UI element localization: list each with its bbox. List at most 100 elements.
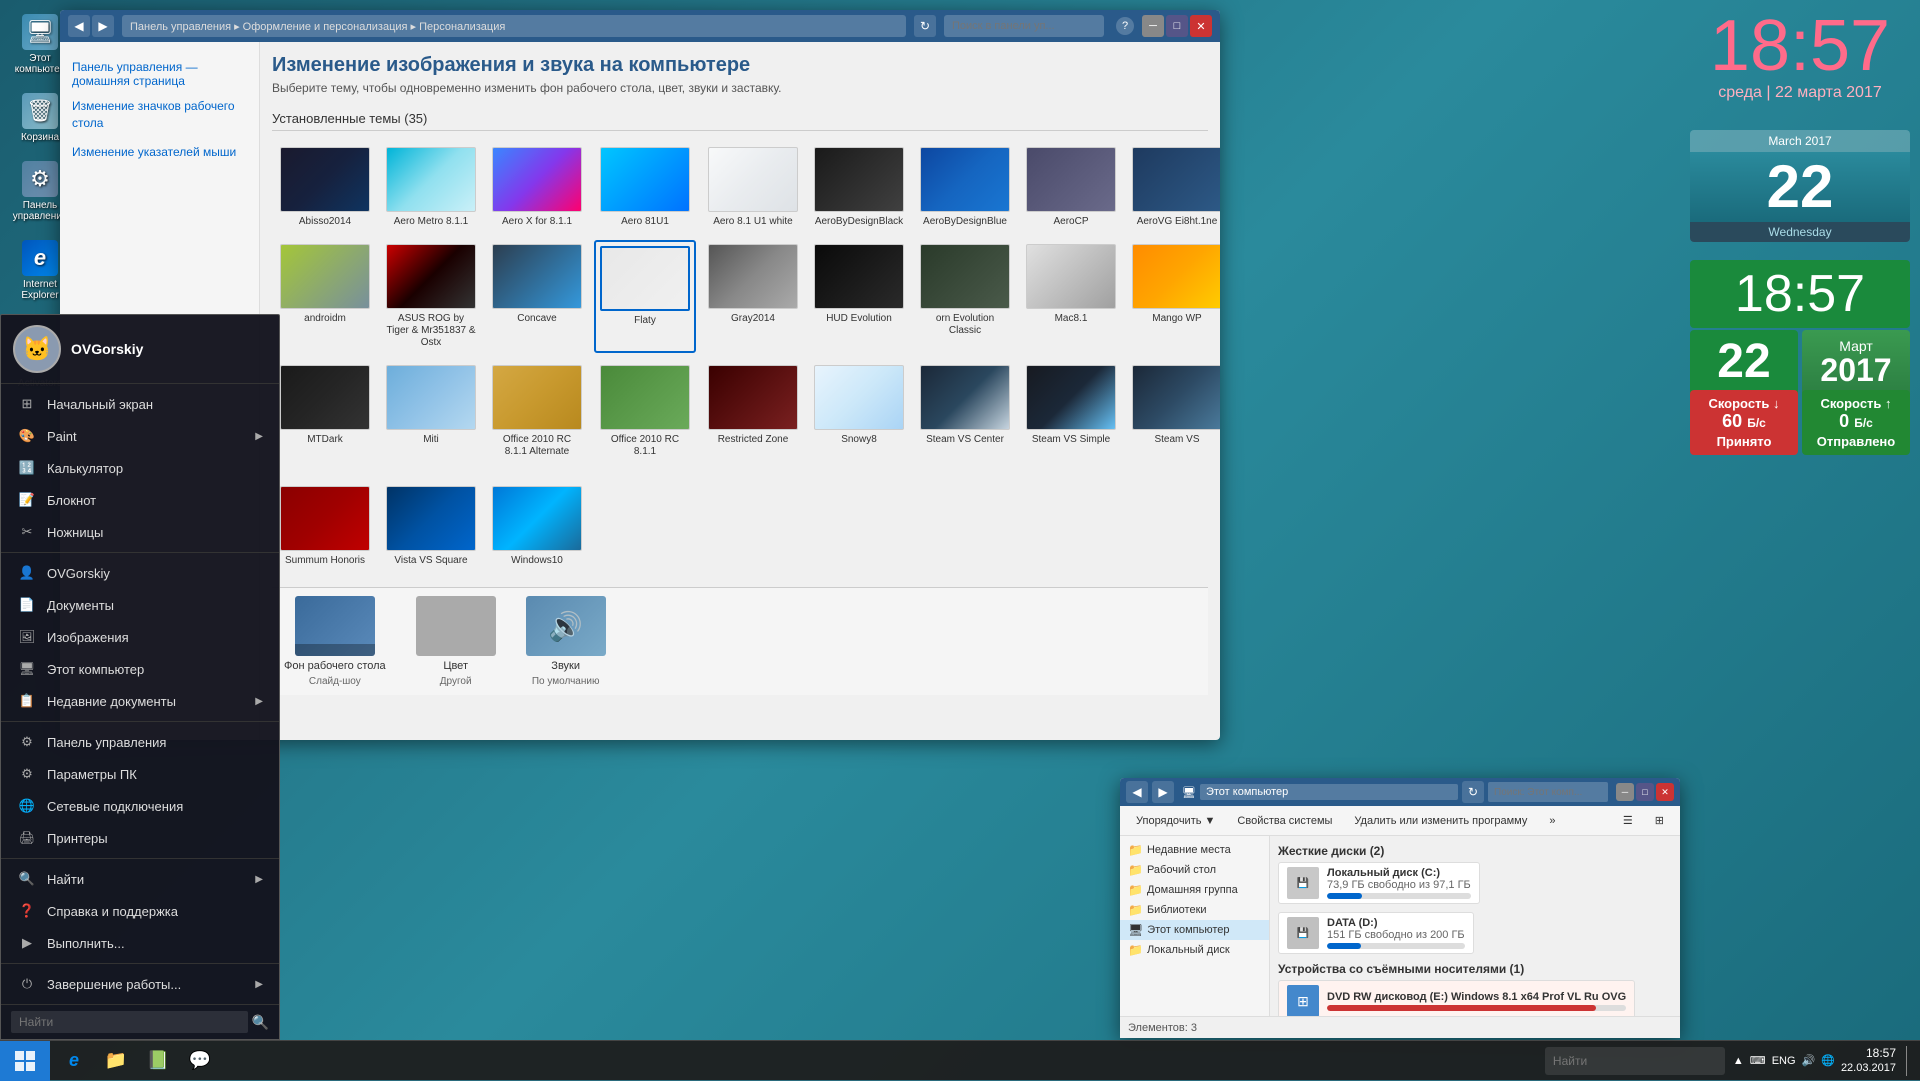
fe-uninstall-button[interactable]: Удалить или изменить программу (1346, 813, 1535, 829)
fe-forward-button[interactable]: ▶ (1152, 781, 1174, 803)
start-menu-item-icon: ✂ (17, 522, 37, 542)
start-menu-item-начальный-экран[interactable]: ⊞Начальный экран (1, 388, 279, 420)
taskbar-excel[interactable]: 📗 (138, 1042, 178, 1080)
tray-volume-icon[interactable]: 🔊 (1802, 1054, 1816, 1067)
fe-view-icon-button[interactable]: ⊞ (1647, 812, 1672, 829)
theme-item-win10[interactable]: Windows10 (488, 482, 586, 571)
fe-sidebar-item-1[interactable]: 📁Рабочий стол (1120, 860, 1269, 880)
theme-item-snowy8[interactable]: Snowy8 (810, 361, 908, 474)
theme-item-mac81[interactable]: Mac8.1 (1022, 240, 1120, 353)
theme-item-aerocp[interactable]: AeroCP (1022, 143, 1120, 232)
start-menu-item-завершение-работы...[interactable]: ⏻Завершение работы...▶ (1, 968, 279, 1000)
theme-item-flaty[interactable]: Flaty (594, 240, 696, 353)
start-menu-item-paint[interactable]: 🎨Paint▶ (1, 420, 279, 452)
fe-sidebar-item-0[interactable]: 📁Недавние места (1120, 840, 1269, 860)
fe-close-button[interactable]: ✕ (1656, 783, 1674, 801)
start-menu-item-выполнить...[interactable]: ▶Выполнить... (1, 927, 279, 959)
fe-organize-button[interactable]: Упорядочить ▼ (1128, 813, 1223, 829)
sidebar-link-mouse[interactable]: Изменение указателей мыши (60, 138, 259, 167)
tray-network-icon[interactable]: 🌐 (1821, 1054, 1835, 1067)
theme-item-steam-center[interactable]: Steam VS Center (916, 361, 1014, 474)
theme-item-steam-simple[interactable]: Steam VS Simple (1022, 361, 1120, 474)
theme-item-aero-white[interactable]: Aero 8.1 U1 white (704, 143, 802, 232)
fe-view-list-button[interactable]: ☰ (1615, 812, 1641, 829)
fe-drive-c[interactable]: 💾 Локальный диск (C:) 73,9 ГБ свободно и… (1278, 862, 1480, 904)
theme-item-android[interactable]: androidm (276, 240, 374, 353)
window-search-input[interactable] (944, 15, 1104, 37)
theme-item-aerovg[interactable]: AeroVG Ei8ht.1ne (1128, 143, 1220, 232)
start-menu-item-панель-управления[interactable]: ⚙Панель управления (1, 726, 279, 758)
address-bar[interactable]: Панель управления ▸ Оформление и персона… (122, 15, 906, 37)
start-search-input[interactable] (11, 1011, 248, 1033)
show-desktop-icon[interactable] (1906, 1046, 1912, 1076)
theme-item-summum[interactable]: Summum Honoris (276, 482, 374, 571)
theme-item-mango[interactable]: Mango WP (1128, 240, 1220, 353)
start-menu-item-этот-компьютер[interactable]: 🖥Этот компьютер (1, 653, 279, 685)
refresh-button[interactable]: ↻ (914, 15, 936, 37)
theme-item-gray2014[interactable]: Gray2014 (704, 240, 802, 353)
theme-item-restricted[interactable]: Restricted Zone (704, 361, 802, 474)
wallpaper-item[interactable]: Фон рабочего стола Слайд-шоу (284, 596, 386, 687)
start-menu-item-параметры-пк[interactable]: ⚙Параметры ПК (1, 758, 279, 790)
theme-item-aero-black[interactable]: AeroByDesignBlack (810, 143, 908, 232)
theme-item-aero-metro[interactable]: Aero Metro 8.1.1 (382, 143, 480, 232)
start-menu-item-блокнот[interactable]: 📝Блокнот (1, 484, 279, 516)
theme-item-aero-blue[interactable]: AeroByDesignBlue (916, 143, 1014, 232)
fe-search-input[interactable] (1488, 782, 1608, 802)
fe-sidebar-item-4[interactable]: 🖥Этот компьютер (1120, 920, 1269, 940)
color-item[interactable]: Цвет Другой (416, 596, 496, 687)
theme-item-aero-x[interactable]: Aero X for 8.1.1 (488, 143, 586, 232)
fe-maximize-button[interactable]: □ (1636, 783, 1654, 801)
theme-name-abisso2014: Abisso2014 (299, 216, 351, 228)
theme-item-hud[interactable]: HUD Evolution (810, 240, 908, 353)
fe-refresh-button[interactable]: ↻ (1462, 781, 1484, 803)
theme-item-abisso2014[interactable]: Abisso2014 (276, 143, 374, 232)
start-menu-item-ovgorskiy[interactable]: 👤OVGorskiy (1, 557, 279, 589)
theme-item-asus-rog[interactable]: ASUS ROG by Tiger & Mr351837 & Ostx (382, 240, 480, 353)
forward-button[interactable]: ▶ (92, 15, 114, 37)
theme-item-office2010[interactable]: Office 2010 RC 8.1.1 (594, 361, 696, 474)
theme-item-mtdark[interactable]: MTDark (276, 361, 374, 474)
sidebar-link-icons[interactable]: Изменение значков рабочего стола (60, 92, 259, 138)
maximize-button[interactable]: □ (1166, 15, 1188, 37)
sounds-item[interactable]: 🔊 Звуки По умолчанию (526, 596, 606, 687)
taskbar-msg[interactable]: 💬 (180, 1042, 220, 1080)
minimize-button[interactable]: ─ (1142, 15, 1164, 37)
fe-drive-d[interactable]: 💾 DATA (D:) 151 ГБ свободно из 200 ГБ (1278, 912, 1474, 954)
help-icon[interactable]: ? (1116, 17, 1134, 35)
sidebar-home-link[interactable]: Панель управления — домашняя страница (60, 52, 259, 92)
fe-address-bar[interactable]: Этот компьютер (1200, 784, 1458, 800)
close-button[interactable]: ✕ (1190, 15, 1212, 37)
theme-item-horn[interactable]: orn Evolution Classic (916, 240, 1014, 353)
start-menu-item-изображения[interactable]: 🖼Изображения (1, 621, 279, 653)
theme-item-steam-vs[interactable]: Steam VS (1128, 361, 1220, 474)
fe-back-button[interactable]: ◀ (1126, 781, 1148, 803)
fe-sysprops-button[interactable]: Свойства системы (1229, 813, 1340, 829)
start-menu-item-сетевые-подключения[interactable]: 🌐Сетевые подключения (1, 790, 279, 822)
taskbar-ie[interactable]: e (54, 1042, 94, 1080)
theme-item-vista[interactable]: Vista VS Square (382, 482, 480, 571)
fe-drive-e[interactable]: ⊞ DVD RW дисковод (E:) Windows 8.1 x64 P… (1278, 980, 1635, 1016)
start-menu-item-справка-и-поддержка[interactable]: ❓Справка и поддержка (1, 895, 279, 927)
tray-lang-icon[interactable]: ENG (1772, 1055, 1796, 1067)
fe-sidebar-item-2[interactable]: 📁Домашняя группа (1120, 880, 1269, 900)
fe-more-button[interactable]: » (1541, 813, 1563, 829)
theme-item-concave[interactable]: Concave (488, 240, 586, 353)
start-menu-item-калькулятор[interactable]: 🔢Калькулятор (1, 452, 279, 484)
start-menu-item-принтеры[interactable]: 🖨Принтеры (1, 822, 279, 854)
theme-item-aero-81u1[interactable]: Aero 81U1 (594, 143, 696, 232)
theme-item-office2010-alt[interactable]: Office 2010 RC 8.1.1 Alternate (488, 361, 586, 474)
taskbar-folder[interactable]: 📁 (96, 1042, 136, 1080)
tray-up-arrow-icon[interactable]: ▲ (1733, 1055, 1744, 1067)
fe-sidebar-item-5[interactable]: 📁Локальный диск (1120, 940, 1269, 960)
start-button[interactable] (0, 1041, 50, 1081)
start-menu-item-ножницы[interactable]: ✂Ножницы (1, 516, 279, 548)
back-button[interactable]: ◀ (68, 15, 90, 37)
taskbar-search-input[interactable] (1545, 1047, 1725, 1075)
start-menu-item-найти[interactable]: 🔍Найти▶ (1, 863, 279, 895)
fe-sidebar-item-3[interactable]: 📁Библиотеки (1120, 900, 1269, 920)
fe-minimize-button[interactable]: ─ (1616, 783, 1634, 801)
theme-item-miti[interactable]: Miti (382, 361, 480, 474)
start-menu-item-документы[interactable]: 📄Документы (1, 589, 279, 621)
start-menu-item-недавние-документы[interactable]: 📋Недавние документы▶ (1, 685, 279, 717)
